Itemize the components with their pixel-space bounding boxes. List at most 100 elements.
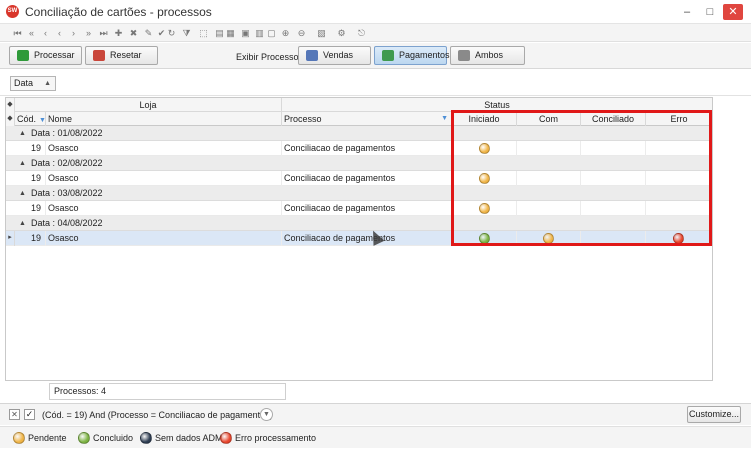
settings-icon[interactable]: ⚙: [336, 27, 347, 39]
table-row[interactable]: 19 Osasco Conciliacao de pagamentos: [6, 201, 712, 216]
column-com-pendencias[interactable]: Com pendências: [517, 112, 581, 138]
export-icon[interactable]: ⬚: [198, 27, 209, 39]
table-row[interactable]: ▸ 19 Osasco Conciliacao de pagamentos: [6, 231, 712, 246]
action-bar: Processar Resetar Exibir Processo: Venda…: [0, 43, 751, 69]
cell-iniciado: [452, 141, 517, 156]
processes-grid: ◆ Loja Status ◆ Cód. ▼ Nome Processo ▼ Ini…: [5, 97, 713, 401]
cell-erro: [646, 141, 712, 156]
status-dot-icon: [478, 173, 490, 184]
ambos-button[interactable]: Ambos: [450, 46, 525, 65]
group-label: Data : 01/08/2022: [31, 128, 103, 138]
column-processo[interactable]: Processo ▼: [282, 112, 452, 126]
close-button[interactable]: ✕: [723, 4, 743, 20]
zoom-out-icon[interactable]: ⊖: [296, 27, 307, 39]
column-nome[interactable]: Nome: [46, 112, 282, 126]
column-iniciado[interactable]: Iniciado: [452, 112, 517, 126]
insert-icon[interactable]: ⏭: [98, 27, 109, 39]
filter-icon[interactable]: ▼: [39, 117, 46, 124]
group-chip-label: Data: [14, 78, 34, 88]
cell-processo: Conciliacao de pagamentos: [282, 171, 452, 186]
prev-page-icon[interactable]: «: [26, 27, 37, 39]
filter-enable-checkbox[interactable]: ✓: [24, 409, 35, 420]
resetar-label: Resetar: [110, 50, 142, 60]
confirm-icon[interactable]: ✎: [143, 27, 154, 39]
zoom-in-icon[interactable]: ⊕: [280, 27, 291, 39]
print-icon[interactable]: ▦: [225, 27, 236, 39]
filter-expression[interactable]: (Cód. = 19) And (Processo = Conciliacao …: [42, 409, 273, 421]
group-row[interactable]: ▲ Data : 02/08/2022: [6, 156, 712, 171]
resetar-button[interactable]: Resetar: [85, 46, 158, 65]
group-row[interactable]: ▲ Data : 04/08/2022: [6, 216, 712, 231]
pagamentos-button[interactable]: Pagamentos: [374, 46, 450, 65]
column-indicator-icon: ◆: [6, 112, 15, 126]
cell-pendencias: [517, 231, 581, 246]
group-label: Data : 03/08/2022: [31, 188, 103, 198]
report-icon[interactable]: ▥: [254, 27, 265, 39]
legend-label: Erro processamento: [235, 433, 317, 443]
app-logo-icon: SW: [6, 5, 19, 18]
title-bar: SW Conciliação de cartões - processos – …: [0, 0, 751, 24]
group-row[interactable]: ▲ Data : 01/08/2022: [6, 126, 712, 141]
legend-dot-icon: [220, 432, 232, 444]
column-conciliado[interactable]: Conciliado: [581, 112, 646, 126]
status-dot-icon: [478, 143, 490, 154]
group-label: Data : 02/08/2022: [31, 158, 103, 168]
cell-iniciado: [452, 231, 517, 246]
filter-history-dropdown-icon[interactable]: ▼: [260, 408, 273, 421]
collapse-icon[interactable]: ▲: [19, 156, 26, 171]
next-icon[interactable]: ‹: [54, 27, 65, 39]
cell-erro: [646, 231, 712, 246]
cell-conciliado: [581, 171, 646, 186]
collapse-icon[interactable]: ▲: [19, 216, 26, 231]
group-row[interactable]: ▲ Data : 03/08/2022: [6, 186, 712, 201]
processar-button[interactable]: Processar: [9, 46, 82, 65]
vendas-label: Vendas: [323, 50, 354, 60]
exit-icon[interactable]: ⎋: [356, 27, 367, 39]
last-icon[interactable]: »: [83, 27, 94, 39]
column-cod[interactable]: Cód. ▼: [15, 112, 46, 126]
print-preview-icon[interactable]: ▣: [240, 27, 251, 39]
cell-nome: Osasco: [46, 231, 282, 246]
filter-icon[interactable]: ▼: [441, 112, 448, 126]
reset-icon: [93, 50, 105, 61]
column-erro[interactable]: Erro: [646, 112, 712, 126]
cell-pendencias: [517, 171, 581, 186]
minimize-button[interactable]: –: [677, 4, 697, 20]
folder-icon[interactable]: ▢: [266, 27, 277, 39]
legend-dot-icon: [78, 432, 90, 444]
delete-icon[interactable]: ✚: [113, 27, 124, 39]
band-header: ◆ Loja Status: [6, 98, 712, 112]
next-page-icon[interactable]: ›: [68, 27, 79, 39]
filter-icon[interactable]: ⧩: [181, 27, 192, 39]
preview-icon[interactable]: ▤: [214, 27, 225, 39]
cell-conciliado: [581, 141, 646, 156]
legend-label: Pendente: [28, 433, 67, 443]
vendas-button[interactable]: Vendas: [298, 46, 371, 65]
column-cod-label: Cód.: [17, 114, 37, 124]
group-chip-data[interactable]: Data ▲: [10, 76, 56, 91]
clear-filter-icon[interactable]: ✕: [9, 409, 20, 420]
group-label: Data : 04/08/2022: [31, 218, 103, 228]
cell-conciliado: [581, 231, 646, 246]
status-dot-icon: [478, 203, 490, 214]
legend-item: Pendente: [13, 432, 67, 444]
column-processo-label: Processo: [284, 114, 322, 124]
first-icon[interactable]: ⏮: [12, 27, 23, 39]
exibir-processo-label: Exibir Processo:: [236, 52, 302, 62]
collapse-icon[interactable]: ▲: [19, 126, 26, 141]
legend-label: Sem dados ADM: [155, 433, 223, 443]
prev-icon[interactable]: ‹: [40, 27, 51, 39]
table-row[interactable]: 19 Osasco Conciliacao de pagamentos: [6, 171, 712, 186]
table-row[interactable]: 19 Osasco Conciliacao de pagamentos: [6, 141, 712, 156]
cell-nome: Osasco: [46, 141, 282, 156]
layout-icon[interactable]: ▧: [316, 27, 327, 39]
status-dot-icon: [673, 233, 684, 244]
refresh-icon[interactable]: ↻: [166, 27, 177, 39]
collapse-icon[interactable]: ▲: [19, 186, 26, 201]
maximize-button[interactable]: □: [700, 4, 720, 20]
status-dot-icon: [543, 233, 554, 244]
edit-icon[interactable]: ✖: [128, 27, 139, 39]
customize-button[interactable]: Customize...: [687, 406, 741, 423]
cell-processo: Conciliacao de pagamentos: [282, 201, 452, 216]
process-icon: [17, 50, 29, 61]
